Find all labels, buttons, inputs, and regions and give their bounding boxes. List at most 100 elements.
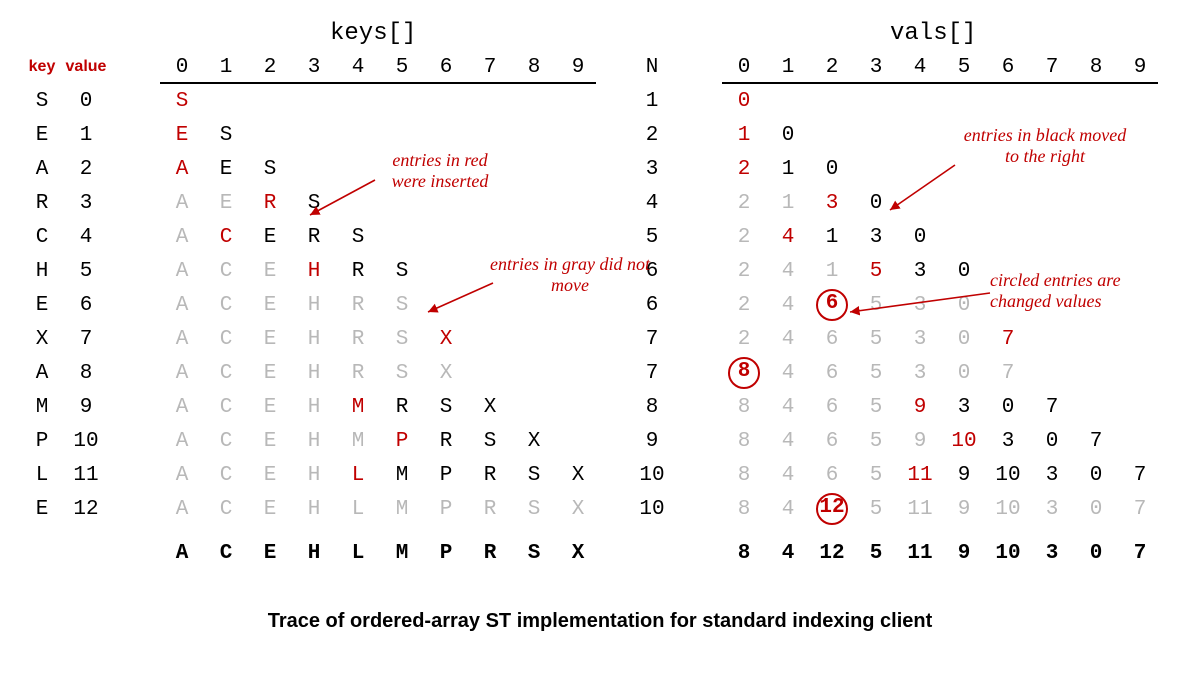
cell <box>512 152 556 186</box>
table-row: ACEHRSX <box>160 356 600 390</box>
col-idx: 2 <box>810 50 854 84</box>
cell: 0 <box>1030 424 1074 458</box>
kv-val: 3 <box>64 186 108 220</box>
cell: 11 <box>898 492 942 526</box>
cell: R <box>468 536 512 570</box>
cell: 7 <box>1118 536 1162 570</box>
cell <box>898 118 942 152</box>
cell: S <box>380 356 424 390</box>
cell: R <box>336 254 380 288</box>
cell: 3 <box>1030 536 1074 570</box>
cell: S <box>424 390 468 424</box>
cell: C <box>204 458 248 492</box>
kv-key: A <box>20 356 64 390</box>
table-row: ES <box>160 118 600 152</box>
cell: L <box>336 458 380 492</box>
cell <box>854 84 898 118</box>
cell <box>556 118 600 152</box>
cell: C <box>204 536 248 570</box>
table-row: 8412511910307 <box>722 492 1162 526</box>
cell: X <box>468 390 512 424</box>
cell: C <box>204 424 248 458</box>
final-row: ACEHLMPRSX <box>160 536 600 570</box>
cell: 9 <box>898 424 942 458</box>
cell: 3 <box>898 322 942 356</box>
kv-key: R <box>20 186 64 220</box>
cell: 5 <box>854 458 898 492</box>
cell: 0 <box>986 390 1030 424</box>
caption: Trace of ordered-array ST implementation… <box>200 610 1000 633</box>
cell: X <box>512 424 556 458</box>
cell: R <box>380 390 424 424</box>
cell <box>512 220 556 254</box>
cell: R <box>468 458 512 492</box>
cell: H <box>292 322 336 356</box>
cell: S <box>512 458 556 492</box>
cell: 9 <box>942 492 986 526</box>
cell <box>556 356 600 390</box>
cell: E <box>248 492 292 526</box>
cell <box>468 322 512 356</box>
cell <box>898 186 942 220</box>
cell <box>1030 220 1074 254</box>
vals-header: vals[] <box>890 20 976 47</box>
cell: 8 <box>722 356 766 390</box>
cell: 5 <box>854 356 898 390</box>
cell: S <box>204 118 248 152</box>
col-idx: 1 <box>766 50 810 84</box>
cell: S <box>468 424 512 458</box>
cell: 4 <box>766 492 810 526</box>
n-cell: 7 <box>630 356 674 390</box>
cell: 5 <box>854 288 898 322</box>
kv-table: key value S0E1A2R3C4H5E6X7A8M9P10L11E12 <box>20 50 108 570</box>
cell: P <box>424 492 468 526</box>
cell: 6 <box>810 288 854 322</box>
kv-val: 11 <box>64 458 108 492</box>
cell <box>810 84 854 118</box>
cell <box>468 84 512 118</box>
n-cell: 4 <box>630 186 674 220</box>
cell: X <box>556 492 600 526</box>
table-row: 846511910307 <box>722 458 1162 492</box>
cell: 0 <box>898 220 942 254</box>
cell: S <box>292 186 336 220</box>
cell: 7 <box>1118 458 1162 492</box>
kv-val: 9 <box>64 390 108 424</box>
col-idx: 4 <box>898 50 942 84</box>
cell: C <box>204 220 248 254</box>
cell: 10 <box>986 492 1030 526</box>
col-idx: 6 <box>986 50 1030 84</box>
cell: 2 <box>722 254 766 288</box>
cell: E <box>248 458 292 492</box>
cell: 3 <box>1030 492 1074 526</box>
cell: 0 <box>766 118 810 152</box>
cell <box>248 118 292 152</box>
kv-val: 2 <box>64 152 108 186</box>
cell <box>942 84 986 118</box>
cell <box>1118 322 1162 356</box>
cell <box>898 84 942 118</box>
cell <box>1030 84 1074 118</box>
cell <box>1118 424 1162 458</box>
cell: 4 <box>766 254 810 288</box>
cell <box>204 84 248 118</box>
cell <box>292 118 336 152</box>
cell: P <box>424 536 468 570</box>
cell: X <box>424 356 468 390</box>
cell: H <box>292 390 336 424</box>
table-row: ACEHMPRSX <box>160 424 600 458</box>
col-idx: 7 <box>468 50 512 84</box>
cell: X <box>556 536 600 570</box>
cell: 3 <box>898 288 942 322</box>
cell: 4 <box>766 322 810 356</box>
cell: 11 <box>898 536 942 570</box>
cell: 3 <box>986 424 1030 458</box>
cell <box>512 356 556 390</box>
kv-val: 4 <box>64 220 108 254</box>
cell: H <box>292 458 336 492</box>
cell: L <box>336 536 380 570</box>
cell: 8 <box>722 424 766 458</box>
table-row: 8465910307 <box>722 424 1162 458</box>
cell: 9 <box>942 458 986 492</box>
col-idx: 4 <box>336 50 380 84</box>
